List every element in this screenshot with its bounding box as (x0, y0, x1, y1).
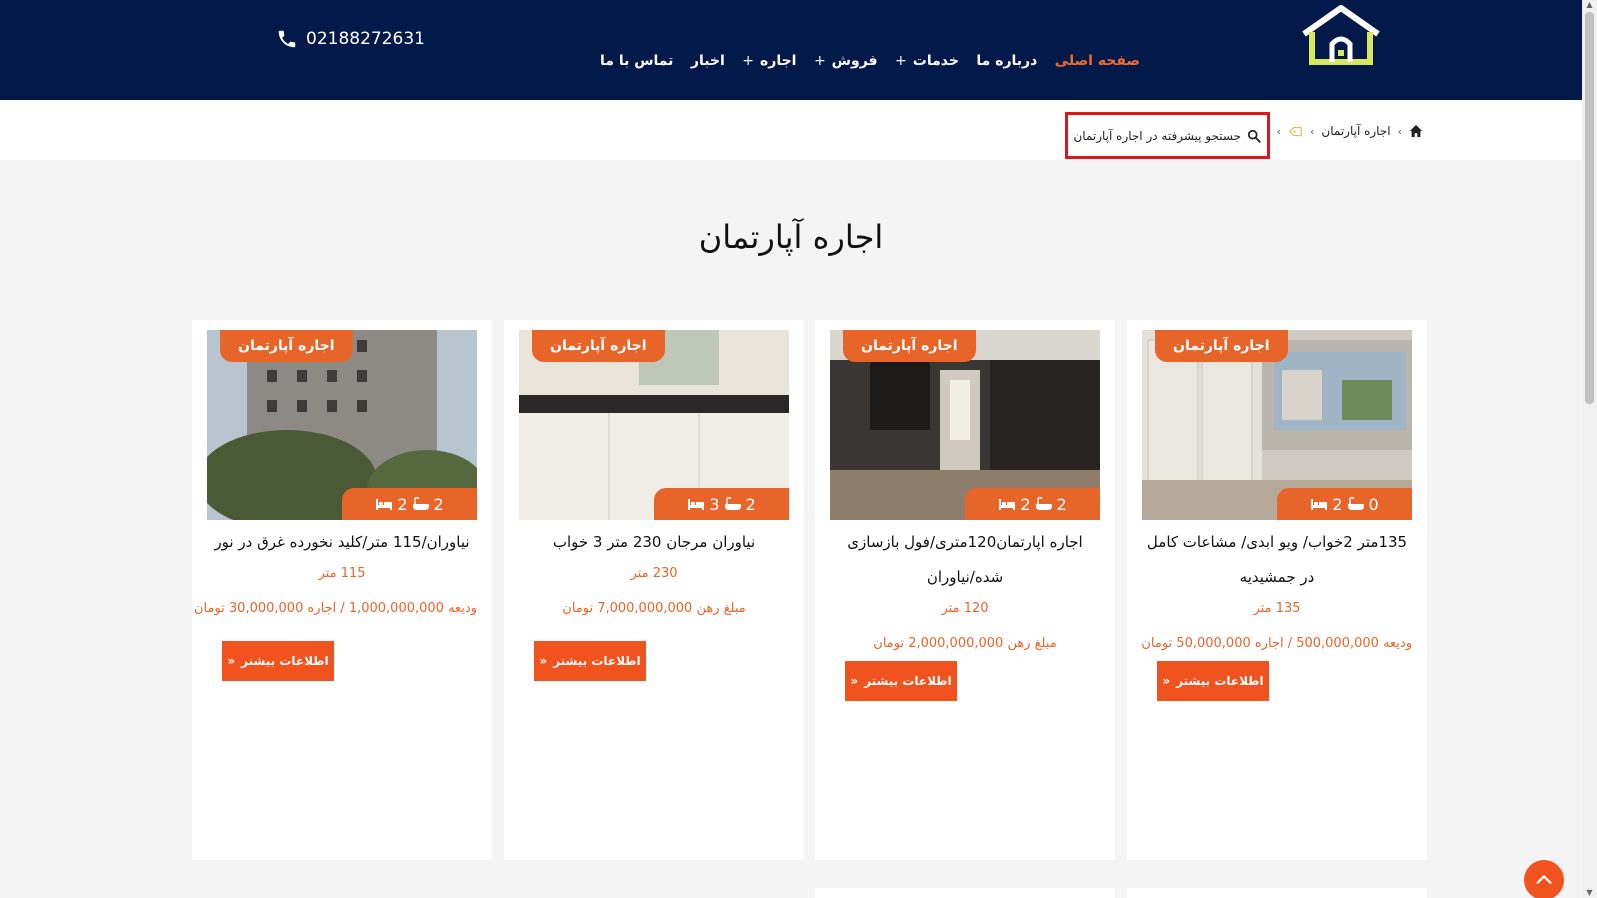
bathroom-count: 2 (1020, 494, 1031, 514)
plus-icon: + (813, 53, 826, 69)
more-info-label: اطلاعات بیشتر (241, 654, 329, 668)
breadcrumb-item[interactable]: اجاره آپارتمان (1321, 124, 1390, 138)
nav-sale[interactable]: فروش + (814, 53, 878, 69)
room-stats: 2 2 (342, 488, 477, 520)
property-price: مبلغ رهن 2,000,000,000 تومان (873, 636, 1057, 651)
nav-news[interactable]: اخبار (691, 53, 725, 69)
bedroom-count: 2 (433, 494, 444, 514)
back-to-top-button[interactable] (1524, 860, 1564, 898)
nav-services[interactable]: خدمات + (895, 53, 959, 69)
property-card-next (1127, 888, 1427, 898)
bed-icon (688, 499, 705, 510)
property-card[interactable]: اجاره آپارتمان 2 2 اجاره اپارتمان120متری… (815, 320, 1115, 860)
more-info-label: اطلاعات بیشتر (864, 674, 952, 688)
property-area: 135 متر (1253, 601, 1301, 616)
nav-news-label: اخبار (690, 53, 725, 69)
bedroom-count: 2 (745, 494, 756, 514)
more-info-button[interactable]: اطلاعات بیشتر « (1157, 661, 1269, 701)
advanced-search-label: جستجو پیشرفته در اجاره آپارتمان (1073, 128, 1241, 143)
phone-link[interactable]: 02188272631 (276, 28, 425, 50)
bathroom-count: 3 (709, 494, 720, 514)
site-header: صفحه اصلی درباره ما خدمات + فروش + اجاره + … (0, 0, 1582, 100)
property-title[interactable]: نیاوران مرجان 230 متر 3 خواب (519, 525, 789, 560)
scroll-up-arrow-icon[interactable]: ▲ (1584, 0, 1595, 10)
phone-icon (278, 30, 296, 48)
property-title[interactable]: 135متر 2خواب/ ویو ابدی/ مشاعات کامل در ج… (1142, 525, 1412, 595)
bathtub-icon (412, 497, 429, 510)
nav-rent[interactable]: اجاره + (742, 53, 796, 69)
search-icon (1247, 129, 1261, 143)
property-card[interactable]: اجاره آپارتمان 2 2 نیاوران/115 متر/کلید … (192, 320, 492, 860)
category-badge[interactable]: اجاره آپارتمان (220, 330, 353, 362)
nav-rent-label: اجاره (760, 53, 797, 69)
nav-about[interactable]: درباره ما (976, 53, 1037, 69)
property-price: مبلغ رهن 7,000,000,000 تومان (562, 601, 746, 616)
bedroom-count: 2 (1056, 494, 1067, 514)
property-title[interactable]: نیاوران/115 متر/کلید نخورده غرق در نور (207, 525, 477, 560)
phone-number: 02188272631 (306, 29, 425, 49)
nav-home[interactable]: صفحه اصلی (1055, 53, 1140, 69)
home-icon[interactable] (1409, 124, 1423, 138)
property-area: 230 متر (630, 566, 678, 581)
bathtub-icon (1347, 497, 1364, 510)
nav-contact-label: تماس با ما (600, 53, 674, 69)
double-chevron-icon: « (539, 654, 548, 668)
bed-icon (999, 499, 1016, 510)
more-info-label: اطلاعات بیشتر (553, 654, 641, 668)
bed-icon (1311, 499, 1328, 510)
advanced-search-link[interactable]: جستجو پیشرفته در اجاره آپارتمان (1065, 112, 1270, 159)
page-title: اجاره آپارتمان (698, 218, 884, 256)
scroll-thumb[interactable] (1585, 12, 1594, 404)
room-stats: 2 2 (965, 488, 1100, 520)
double-chevron-icon: « (1162, 674, 1171, 688)
more-info-label: اطلاعات بیشتر (1176, 674, 1264, 688)
property-card-next (815, 888, 1115, 898)
property-area: 115 متر (318, 566, 366, 581)
nav-about-label: درباره ما (976, 53, 1038, 69)
property-title[interactable]: اجاره اپارتمان120متری/فول بازسازی شده/نی… (830, 525, 1100, 595)
property-price: ودیعه 1,000,000,000 / اجاره 30,000,000 ت… (193, 601, 477, 616)
property-area: 120 متر (941, 601, 989, 616)
bathroom-count: 2 (1332, 494, 1343, 514)
nav-contact[interactable]: تماس با ما (600, 53, 673, 69)
more-info-button[interactable]: اطلاعات بیشتر « (222, 641, 334, 681)
bed-icon (376, 499, 393, 510)
scroll-down-arrow-icon[interactable]: ▼ (1584, 888, 1595, 898)
chevron-left-icon: › (1310, 124, 1315, 138)
page-scrollbar[interactable]: ▲ ▼ (1582, 0, 1597, 898)
bathtub-icon (724, 497, 741, 510)
category-badge[interactable]: اجاره آپارتمان (843, 330, 976, 362)
house-logo-icon[interactable] (1298, 4, 1384, 66)
nav-services-label: خدمات (912, 53, 959, 69)
chevron-left-icon: › (1397, 124, 1402, 138)
bathroom-count: 2 (397, 494, 408, 514)
category-badge[interactable]: اجاره آپارتمان (532, 330, 665, 362)
plus-icon: + (895, 53, 907, 69)
property-card[interactable]: اجاره آپارتمان 2 3 نیاوران مرجان 230 متر… (504, 320, 804, 860)
plus-icon: + (742, 53, 754, 69)
double-chevron-icon: « (227, 654, 236, 668)
chevron-left-icon: › (1276, 124, 1281, 138)
category-badge[interactable]: اجاره آپارتمان (1155, 330, 1288, 362)
tag-icon (1288, 126, 1302, 136)
double-chevron-icon: « (850, 674, 859, 688)
more-info-button[interactable]: اطلاعات بیشتر « (534, 641, 646, 681)
nav-sale-label: فروش (831, 53, 878, 69)
room-stats: 2 3 (654, 488, 789, 520)
bedroom-count: 0 (1368, 494, 1379, 514)
property-card[interactable]: اجاره آپارتمان 0 2 135متر 2خواب/ ویو ابد… (1127, 320, 1427, 860)
more-info-button[interactable]: اطلاعات بیشتر « (845, 661, 957, 701)
property-price: ودیعه 500,000,000 / اجاره 50,000,000 توم… (1141, 636, 1412, 651)
chevron-up-icon (1536, 875, 1552, 884)
nav-home-label: صفحه اصلی (1054, 53, 1140, 69)
bathtub-icon (1035, 497, 1052, 510)
room-stats: 0 2 (1277, 488, 1412, 520)
main-nav: صفحه اصلی درباره ما خدمات + فروش + اجاره + … (600, 50, 1140, 72)
